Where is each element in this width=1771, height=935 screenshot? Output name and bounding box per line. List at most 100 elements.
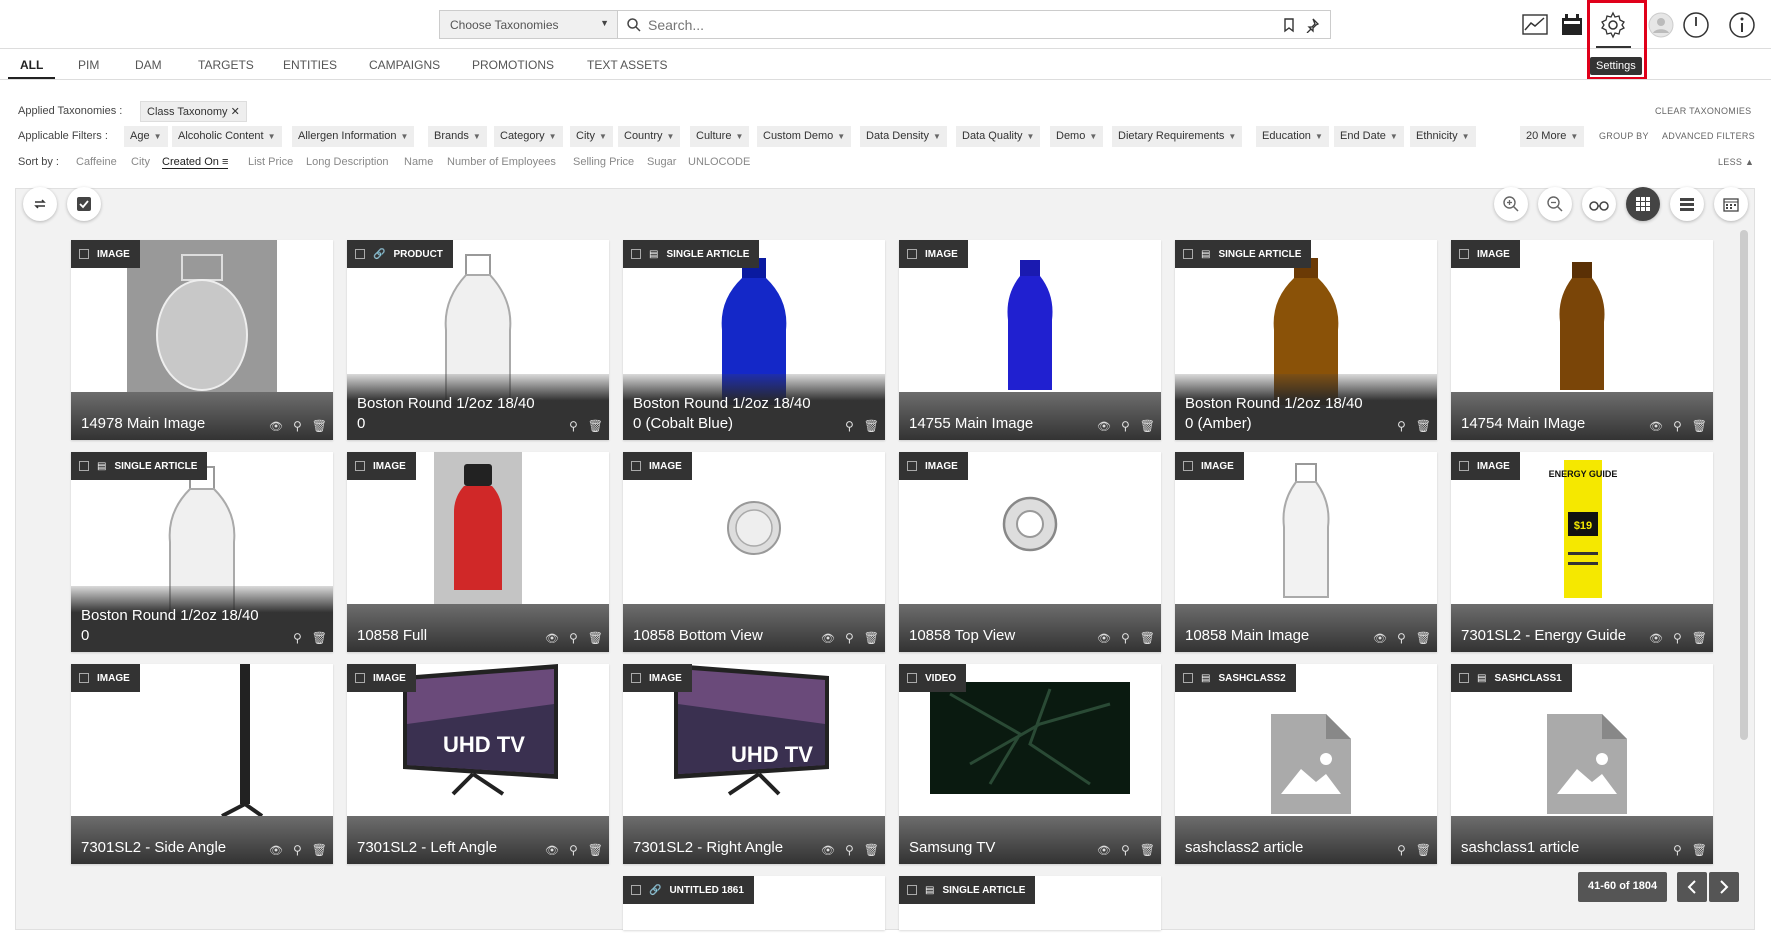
asset-card[interactable]: IMAGE 7301SL2 - Side Angle 👁 ⚲ 🗑 bbox=[71, 664, 333, 864]
filter-category[interactable]: Category ▼ bbox=[494, 126, 563, 147]
select-all-button[interactable] bbox=[67, 187, 101, 221]
asset-card[interactable]: ▤ SINGLE ARTICLE Boston Round 1/2oz 18/40… bbox=[623, 240, 885, 440]
less-link[interactable]: LESS ▲ bbox=[1718, 157, 1754, 167]
trash-icon[interactable]: 🗑 bbox=[1140, 419, 1155, 433]
close-icon[interactable]: ✕ bbox=[231, 106, 240, 118]
select-checkbox[interactable] bbox=[1183, 461, 1193, 471]
pin-icon[interactable]: ⚲ bbox=[1397, 843, 1406, 857]
previous-page-button[interactable] bbox=[1677, 872, 1707, 902]
asset-card[interactable]: 🔗 UNTITLED 1861 bbox=[623, 876, 885, 930]
asset-card[interactable]: IMAGE 14978 Main Image 👁 ⚲ 🗑 bbox=[71, 240, 333, 440]
eye-icon[interactable]: 👁 bbox=[1373, 632, 1387, 645]
card-title[interactable]: 14754 Main IMage bbox=[1461, 414, 1651, 434]
eye-icon[interactable]: 👁 bbox=[1097, 420, 1111, 433]
select-checkbox[interactable] bbox=[631, 461, 641, 471]
taxonomy-select[interactable]: Choose Taxonomies ▼ bbox=[439, 10, 618, 39]
trash-icon[interactable]: 🗑 bbox=[1416, 419, 1431, 433]
sort-number-of-employees[interactable]: Number of Employees bbox=[447, 156, 556, 168]
select-checkbox[interactable] bbox=[355, 249, 365, 259]
search-input[interactable] bbox=[648, 15, 1228, 35]
sort-created-on[interactable]: Created On ≡ bbox=[162, 156, 229, 169]
trash-icon[interactable]: 🗑 bbox=[864, 631, 879, 645]
select-checkbox[interactable] bbox=[355, 673, 365, 683]
eye-icon[interactable]: 👁 bbox=[269, 420, 283, 433]
pin-icon[interactable]: ⚲ bbox=[1121, 843, 1130, 857]
eye-icon[interactable]: 👁 bbox=[545, 844, 559, 857]
asset-card[interactable]: 🔗 PRODUCT Boston Round 1/2oz 18/40 0 ⚲ 🗑 bbox=[347, 240, 609, 440]
pin-icon[interactable]: ⚲ bbox=[1397, 419, 1406, 433]
trash-icon[interactable]: 🗑 bbox=[1692, 419, 1707, 433]
filter-education[interactable]: Education ▼ bbox=[1256, 126, 1329, 147]
select-checkbox[interactable] bbox=[79, 249, 89, 259]
card-title[interactable]: 7301SL2 - Side Angle bbox=[81, 838, 271, 858]
zoom-out-button[interactable] bbox=[1538, 187, 1572, 221]
card-title[interactable]: 14755 Main Image bbox=[909, 414, 1099, 434]
sort-unlocode[interactable]: UNLOCODE bbox=[688, 156, 750, 168]
pin-icon[interactable]: ⚲ bbox=[1673, 631, 1682, 645]
pin-icon[interactable]: ⚲ bbox=[1397, 631, 1406, 645]
filter-dietary-requirements[interactable]: Dietary Requirements ▼ bbox=[1112, 126, 1243, 147]
asset-card[interactable]: IMAGE 10858 Main Image 👁 ⚲ 🗑 bbox=[1175, 452, 1437, 652]
sort-list-price[interactable]: List Price bbox=[248, 156, 293, 168]
trash-icon[interactable]: 🗑 bbox=[588, 419, 603, 433]
user-icon[interactable] bbox=[1646, 10, 1676, 40]
asset-card[interactable]: ENERGY GUIDE $19 IMAGE 7301SL2 - Energy … bbox=[1451, 452, 1713, 652]
eye-icon[interactable]: 👁 bbox=[1097, 844, 1111, 857]
card-title[interactable]: sashclass1 article bbox=[1461, 838, 1651, 858]
zoom-in-button[interactable] bbox=[1494, 187, 1528, 221]
clear-taxonomies-link[interactable]: CLEAR TAXONOMIES bbox=[1655, 106, 1752, 116]
chart-icon[interactable] bbox=[1520, 10, 1550, 40]
trash-icon[interactable]: 🗑 bbox=[1416, 631, 1431, 645]
calendar-icon[interactable] bbox=[1557, 10, 1587, 40]
trash-icon[interactable]: 🗑 bbox=[312, 843, 327, 857]
filter-custom-demo[interactable]: Custom Demo ▼ bbox=[757, 126, 852, 147]
trash-icon[interactable]: 🗑 bbox=[1416, 843, 1431, 857]
power-icon[interactable] bbox=[1681, 10, 1711, 40]
eye-icon[interactable]: 👁 bbox=[821, 632, 835, 645]
select-checkbox[interactable] bbox=[631, 673, 641, 683]
filter-data-quality[interactable]: Data Quality ▼ bbox=[956, 126, 1041, 147]
pin-icon[interactable]: ⚲ bbox=[845, 631, 854, 645]
calendar-view-button[interactable] bbox=[1714, 187, 1748, 221]
select-checkbox[interactable] bbox=[1183, 249, 1193, 259]
asset-card[interactable]: VIDEO Samsung TV 👁 ⚲ 🗑 bbox=[899, 664, 1161, 864]
card-title[interactable]: sashclass2 article bbox=[1185, 838, 1375, 858]
trash-icon[interactable]: 🗑 bbox=[312, 631, 327, 645]
sort-name[interactable]: Name bbox=[404, 156, 433, 168]
grid-view-button[interactable] bbox=[1626, 187, 1660, 221]
eye-icon[interactable]: 👁 bbox=[1649, 420, 1663, 433]
scrollbar[interactable] bbox=[1740, 230, 1748, 740]
tab-entities[interactable]: ENTITIES bbox=[283, 58, 337, 72]
pin-icon[interactable] bbox=[1304, 17, 1320, 33]
tab-dam[interactable]: DAM bbox=[135, 58, 162, 72]
asset-card[interactable]: UHD TV IMAGE 7301SL2 - Left Angle 👁 ⚲ 🗑 bbox=[347, 664, 609, 864]
preview-button[interactable] bbox=[1582, 187, 1616, 221]
filter-culture[interactable]: Culture ▼ bbox=[690, 126, 750, 147]
search-icon[interactable] bbox=[626, 17, 642, 33]
select-checkbox[interactable] bbox=[631, 885, 641, 895]
asset-card[interactable]: ▤ SASHCLASS2 sashclass2 article ⚲ 🗑 bbox=[1175, 664, 1437, 864]
refresh-button[interactable] bbox=[23, 187, 57, 221]
eye-icon[interactable]: 👁 bbox=[545, 632, 559, 645]
card-title[interactable]: 10858 Bottom View bbox=[633, 626, 823, 646]
pin-icon[interactable]: ⚲ bbox=[845, 419, 854, 433]
pin-icon[interactable]: ⚲ bbox=[569, 419, 578, 433]
tab-promotions[interactable]: PROMOTIONS bbox=[472, 58, 554, 72]
tab-all[interactable]: ALL bbox=[20, 58, 43, 72]
advanced-filters-link[interactable]: ADVANCED FILTERS bbox=[1662, 131, 1755, 141]
applied-taxonomy-chip[interactable]: Class Taxonomy ✕ bbox=[140, 101, 247, 122]
trash-icon[interactable]: 🗑 bbox=[1140, 843, 1155, 857]
filter-demo[interactable]: Demo ▼ bbox=[1050, 126, 1104, 147]
info-icon[interactable] bbox=[1727, 10, 1757, 40]
card-title[interactable]: 7301SL2 - Right Angle bbox=[633, 838, 823, 858]
asset-card[interactable]: ▤ SASHCLASS1 sashclass1 article ⚲ 🗑 bbox=[1451, 664, 1713, 864]
card-title[interactable]: 7301SL2 - Energy Guide bbox=[1461, 626, 1651, 646]
filter-brands[interactable]: Brands ▼ bbox=[428, 126, 487, 147]
tab-campaigns[interactable]: CAMPAIGNS bbox=[369, 58, 440, 72]
trash-icon[interactable]: 🗑 bbox=[1140, 631, 1155, 645]
asset-card[interactable]: IMAGE 10858 Top View 👁 ⚲ 🗑 bbox=[899, 452, 1161, 652]
card-title[interactable]: Samsung TV bbox=[909, 838, 1099, 858]
select-checkbox[interactable] bbox=[1459, 673, 1469, 683]
asset-card[interactable]: IMAGE 10858 Full 👁 ⚲ 🗑 bbox=[347, 452, 609, 652]
pin-icon[interactable]: ⚲ bbox=[293, 631, 302, 645]
